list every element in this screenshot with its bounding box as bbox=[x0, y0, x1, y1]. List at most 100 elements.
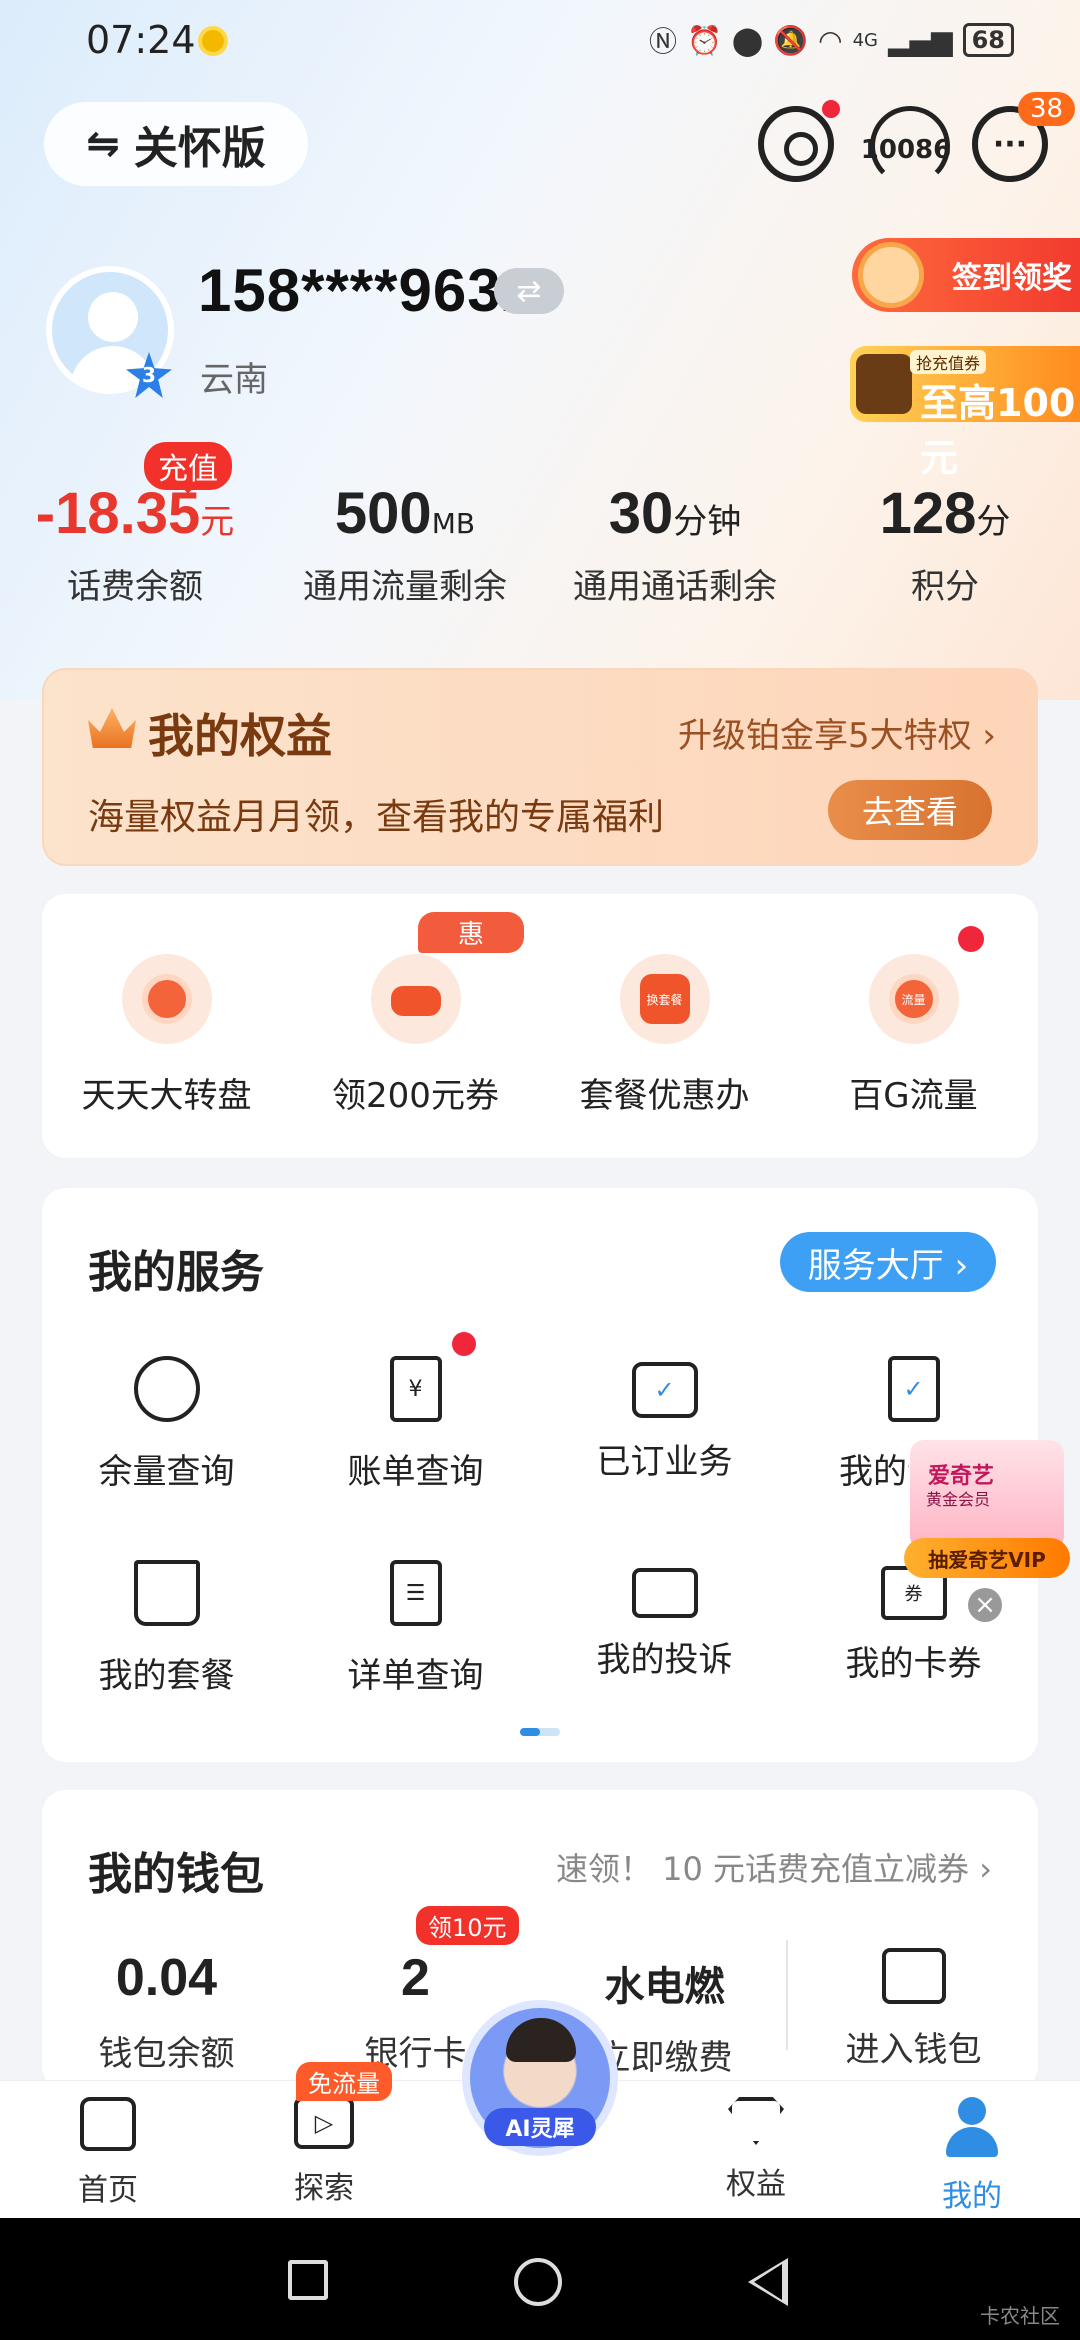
stat-value: 500 bbox=[334, 481, 432, 546]
free-data-tag: 免流量 bbox=[296, 2062, 392, 2101]
balance-stat[interactable]: -18.35元 话费余额 bbox=[0, 480, 270, 608]
message-count-badge: 38 bbox=[1018, 92, 1076, 126]
recents-icon[interactable] bbox=[288, 2260, 328, 2300]
list-icon: ☰ bbox=[389, 1560, 442, 1626]
stat-label: 通用通话剩余 bbox=[573, 567, 777, 607]
bill-notification-dot bbox=[452, 1332, 476, 1356]
system-nav-bar bbox=[0, 2218, 1080, 2340]
briefcase-check-icon: ✓ bbox=[631, 1362, 698, 1418]
discount-tag: 惠 bbox=[418, 912, 525, 953]
iqiyi-ad-banner: 抽爱奇艺VIP bbox=[904, 1538, 1070, 1578]
stat-label: 积分 bbox=[911, 567, 979, 607]
signal-label: 4G bbox=[852, 29, 878, 51]
service-my-plan[interactable]: 我的套餐 bbox=[42, 1560, 291, 1697]
wallet-icon bbox=[881, 1948, 946, 2004]
promo-notification-dot bbox=[958, 926, 984, 952]
service-label: 我的套餐 bbox=[98, 1656, 235, 1696]
data-remaining-stat[interactable]: 500MB 通用流量剩余 bbox=[270, 480, 540, 608]
service-bill-query[interactable]: ¥ 账单查询 bbox=[291, 1356, 540, 1493]
iqiyi-ad-box: 爱奇艺 黄金会员 bbox=[910, 1440, 1064, 1550]
points-stat[interactable]: 128分 积分 bbox=[810, 480, 1080, 608]
status-icons: Ⓝ ⏰ ⬤ 🔕 ◠ 4G ▂▄▆ 68 bbox=[649, 20, 1014, 60]
wallet-value: 0.04 bbox=[115, 1949, 218, 2007]
clipboard-check-icon: ✓ bbox=[887, 1356, 940, 1422]
stat-unit: MB bbox=[431, 507, 476, 540]
recharge-promo-big: 至高100元 bbox=[920, 381, 1076, 480]
wallet-title: 我的钱包 bbox=[88, 1849, 264, 1900]
alarm-icon: ⏰ bbox=[687, 23, 722, 57]
upgrade-platinum-link[interactable]: 升级铂金享5大特权 › bbox=[678, 708, 996, 757]
play-icon: ▷ bbox=[294, 2097, 354, 2149]
stat-unit: 分钟 bbox=[673, 502, 742, 542]
stat-unit: 分 bbox=[976, 502, 1011, 542]
nav-label: 首页 bbox=[78, 2173, 138, 2208]
service-label: 我的投诉 bbox=[596, 1640, 733, 1680]
phone-number: 158****9632 bbox=[198, 257, 536, 324]
service-label: 已订业务 bbox=[596, 1442, 733, 1482]
nav-home[interactable]: 首页 bbox=[48, 2097, 168, 2209]
prize-wheel-icon bbox=[858, 242, 924, 308]
view-benefits-button[interactable]: 去查看 bbox=[828, 780, 992, 840]
promo-item-wheel[interactable]: 天天大转盘 bbox=[42, 954, 291, 1117]
promo-item-data[interactable]: 流量 百G流量 bbox=[789, 954, 1038, 1117]
close-ad-icon[interactable]: × bbox=[968, 1588, 1002, 1622]
ai-assistant-label: AI灵犀 bbox=[484, 2108, 596, 2146]
service-complaint[interactable]: 我的投诉 bbox=[540, 1560, 789, 1681]
wallet-balance[interactable]: 0.04 钱包余额 bbox=[42, 1948, 291, 2075]
service-hall-button[interactable]: 服务大厅 › bbox=[780, 1232, 996, 1292]
home-circle-icon[interactable] bbox=[514, 2258, 562, 2306]
benefits-desc: 海量权益月月领，查看我的专属福利 bbox=[88, 797, 665, 838]
back-icon[interactable] bbox=[748, 2258, 788, 2306]
service-detail-query[interactable]: ☰ 详单查询 bbox=[291, 1560, 540, 1697]
settings-notification-dot bbox=[822, 100, 840, 118]
wallet-coupon-link[interactable]: 速领！ 10 元话费充值立减券 › bbox=[556, 1844, 992, 1890]
promo-item-label: 天天大转盘 bbox=[81, 1076, 252, 1116]
wallet-value: 水电燃 bbox=[604, 1965, 725, 2009]
service-subscribed[interactable]: ✓ 已订业务 bbox=[540, 1356, 789, 1483]
nav-label: 我的 bbox=[942, 2179, 1002, 2214]
ai-assistant-button[interactable]: AI灵犀 bbox=[462, 2000, 618, 2156]
promo-item-label: 百G流量 bbox=[849, 1076, 978, 1116]
my-services-card: 我的服务 服务大厅 › 余量查询 ¥ 账单查询 ✓ 已订业务 ✓ 我的订单 我的… bbox=[42, 1188, 1038, 1762]
chat-box-icon bbox=[631, 1568, 698, 1618]
watermark: 卡农社区 bbox=[980, 2304, 1060, 2328]
switch-account-icon[interactable]: ⇄ bbox=[494, 268, 564, 314]
service-label: 余量查询 bbox=[98, 1452, 235, 1492]
hotline-headset-icon[interactable]: 10086 bbox=[861, 106, 951, 186]
status-time: 07:24 bbox=[86, 18, 196, 62]
recharge-coupon-promo[interactable]: 抢充值券 至高100元 bbox=[850, 346, 1080, 480]
home-icon bbox=[80, 2097, 136, 2151]
call-remaining-stat[interactable]: 30分钟 通用通话剩余 bbox=[540, 480, 810, 608]
stat-label: 通用流量剩余 bbox=[303, 567, 507, 607]
signin-reward-button[interactable]: 签到领奖 bbox=[852, 238, 1080, 312]
shopping-bag-icon: 换套餐 bbox=[619, 954, 710, 1044]
promo-item-coupon[interactable]: 领200元券 bbox=[291, 954, 540, 1117]
services-title: 我的服务 bbox=[88, 1247, 264, 1298]
nav-mine[interactable]: 我的 bbox=[912, 2097, 1032, 2215]
wallet-divider bbox=[786, 1940, 788, 2050]
stat-unit: 元 bbox=[200, 502, 235, 542]
nav-explore[interactable]: ▷ 探索 bbox=[264, 2097, 384, 2207]
care-mode-button[interactable]: ⇋ 关怀版 bbox=[44, 102, 308, 186]
page-indicator bbox=[520, 1728, 560, 1736]
swap-arrows-icon: ⇋ bbox=[86, 121, 120, 167]
service-balance-query[interactable]: 余量查询 bbox=[42, 1356, 291, 1493]
signal-icon: ▂▄▆ bbox=[887, 23, 953, 57]
mute-icon: 🔕 bbox=[773, 23, 809, 57]
promo-item-label: 套餐优惠办 bbox=[579, 1076, 750, 1116]
nav-benefits[interactable]: 权益 bbox=[696, 2097, 816, 2203]
iqiyi-vip-floating-ad[interactable]: 爱奇艺 黄金会员 抽爱奇艺VIP bbox=[904, 1434, 1070, 1580]
bill-icon: ¥ bbox=[389, 1356, 442, 1422]
ai-avatar-hair bbox=[506, 2018, 576, 2062]
enter-wallet[interactable]: 进入钱包 bbox=[789, 1948, 1038, 2071]
promo-row-card: 天天大转盘 领200元券 换套餐 套餐优惠办 流量 百G流量 bbox=[42, 894, 1038, 1158]
wheel-icon bbox=[121, 954, 212, 1044]
stat-value: 128 bbox=[879, 481, 977, 546]
my-benefits-card[interactable]: 我的权益 升级铂金享5大特权 › 海量权益月月领，查看我的专属福利 去查看 bbox=[42, 668, 1038, 866]
care-mode-label: 关怀版 bbox=[133, 123, 266, 174]
settings-gear-icon[interactable] bbox=[758, 106, 834, 182]
promo-item-plan-deal[interactable]: 换套餐 套餐优惠办 bbox=[540, 954, 789, 1117]
stat-value: 30 bbox=[608, 481, 674, 546]
wallet-label: 进入钱包 bbox=[845, 2030, 982, 2070]
stat-value: -18.35 bbox=[35, 481, 201, 546]
